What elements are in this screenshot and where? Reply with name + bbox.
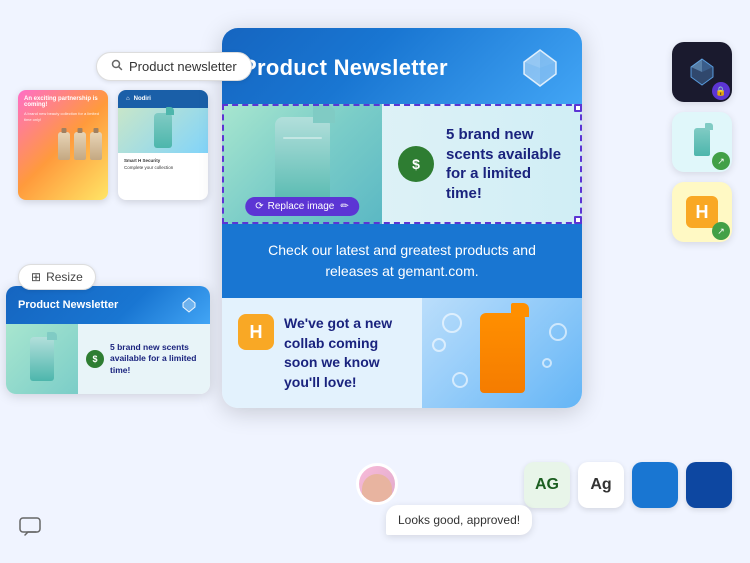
ag-icon-2[interactable]: Ag	[578, 462, 624, 508]
bottle-1	[58, 132, 70, 160]
thumb1-body: A brand new beauty collection for a limi…	[24, 111, 102, 122]
search-icon	[111, 59, 123, 74]
thumb2-title: Nodiri	[134, 96, 151, 102]
resize-button[interactable]: ⊞ Resize	[18, 264, 96, 290]
preview-dollar-icon: $	[86, 350, 104, 368]
blue-icon-1[interactable]	[632, 462, 678, 508]
newsletter-section-1: ⟳ Replace image ✏ $ 5 brand new scents a…	[222, 104, 582, 224]
bottle-2	[74, 132, 86, 160]
ag-label-1: AG	[535, 476, 559, 494]
preview-spray-bottle	[30, 337, 54, 381]
newsletter-product-image: ⟳ Replace image ✏	[222, 104, 382, 224]
preview-gem-icon	[180, 296, 198, 314]
newsletter-title: Product Newsletter	[242, 55, 448, 81]
spray-share-icon[interactable]: ↗	[672, 112, 732, 172]
collab-image	[422, 298, 582, 408]
thumb1-title: An exciting partnership is coming!	[24, 96, 102, 108]
preview-img-area	[6, 324, 78, 394]
avatar-face	[362, 474, 392, 504]
scent-dollar-icon: $	[398, 146, 434, 182]
bubble-1	[442, 313, 462, 333]
share-badge: ↗	[712, 152, 730, 170]
chat-bubble: Looks good, approved!	[386, 505, 532, 535]
newsletter-scent-section: $ 5 brand new scents available for a lim…	[382, 104, 582, 224]
h-icon-right: H	[686, 196, 718, 228]
ag-icon-1[interactable]: AG	[524, 462, 570, 508]
thumbnail-card-1: An exciting partnership is coming! A bra…	[18, 90, 108, 200]
preview-scent-text: 5 brand new scents available for a limit…	[110, 342, 202, 375]
user-avatar[interactable]	[356, 463, 398, 505]
replace-image-button[interactable]: ⟳ Replace image ✏	[245, 197, 359, 216]
preview-card-title: Product Newsletter	[18, 299, 118, 311]
scent-text: 5 brand new scents available for a limit…	[446, 125, 566, 203]
preview-card: Product Newsletter $ 5 brand new scents …	[6, 286, 210, 394]
ag-label-2: Ag	[590, 476, 611, 494]
thumb2-body: Smart H SecurityComplete your collection	[118, 153, 208, 177]
replace-image-label: Replace image	[268, 201, 335, 212]
newsletter-header: Product Newsletter	[222, 28, 582, 104]
main-newsletter-card: Product Newsletter ⟳ Replace image ✏	[222, 28, 582, 408]
h-share-icon[interactable]: H ↗	[672, 182, 732, 242]
bubble-3	[549, 323, 567, 341]
collab-text: We've got a new collab coming soon we kn…	[284, 314, 406, 392]
newsletter-section-3: H We've got a new collab coming soon we …	[222, 298, 582, 408]
bottle-3	[90, 132, 102, 160]
comment-icon[interactable]	[18, 515, 46, 543]
gem-lock-icon[interactable]: 🔒	[672, 42, 732, 102]
gem-icon-main	[518, 46, 562, 90]
replace-icon: ⟳	[255, 201, 263, 212]
spray-bottle-orange	[480, 313, 525, 393]
search-bar[interactable]: Product newsletter	[96, 52, 252, 81]
thumbnail-card-2: ⌂ Nodiri Smart H SecurityComplete your c…	[118, 90, 208, 200]
preview-text-area: $ 5 brand new scents available for a lim…	[78, 324, 210, 394]
spray-bottle-icon	[686, 126, 718, 158]
bottom-right-icons: AG Ag	[524, 462, 732, 508]
resize-icon: ⊞	[31, 270, 41, 284]
resize-label: Resize	[46, 270, 83, 284]
search-value: Product newsletter	[129, 59, 237, 74]
thumb2-img	[118, 108, 208, 153]
lock-badge: 🔒	[712, 82, 730, 100]
edit-icon: ✏	[340, 201, 348, 212]
newsletter-section2-text: Check our latest and greatest products a…	[268, 242, 536, 279]
h-share-badge: ↗	[712, 222, 730, 240]
newsletter-section-2: Check our latest and greatest products a…	[222, 224, 582, 298]
selection-corner-br[interactable]	[574, 216, 582, 224]
bubble-4	[542, 358, 552, 368]
bubble-2	[432, 338, 446, 352]
chat-message: Looks good, approved!	[398, 513, 520, 527]
preview-card-body: $ 5 brand new scents available for a lim…	[6, 324, 210, 394]
preview-card-header: Product Newsletter	[6, 286, 210, 324]
right-icons-panel: 🔒 ↗ H ↗	[672, 42, 732, 242]
thumb2-header: ⌂ Nodiri	[118, 90, 208, 108]
h-icon: H	[238, 314, 274, 350]
thumb2-spray-bottle	[154, 113, 172, 148]
gem-shape-1	[686, 56, 718, 88]
blue-icon-2[interactable]	[686, 462, 732, 508]
thumb2-home-icon: ⌂	[126, 96, 130, 102]
collab-text-area: H We've got a new collab coming soon we …	[222, 298, 422, 408]
selection-corner-tr[interactable]	[574, 104, 582, 112]
bubble-5	[452, 372, 468, 388]
thumb1-bottles	[18, 128, 108, 166]
